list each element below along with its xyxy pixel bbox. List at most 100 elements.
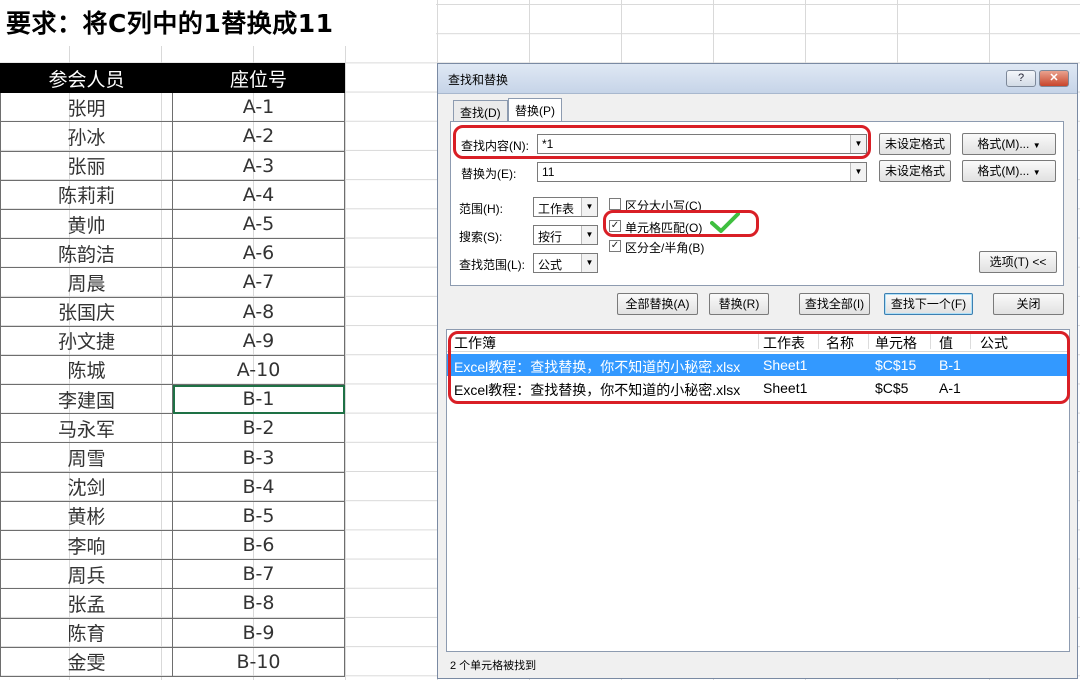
close-button[interactable]: 关闭 [993,293,1064,315]
scope-select[interactable]: 工作表 ▼ [533,197,598,217]
attendee-cell[interactable]: 陈城 [0,354,173,386]
find-all-button[interactable]: 查找全部(I) [799,293,870,315]
look-in-label: 查找范围(L): [459,258,526,272]
seat-cell[interactable]: B-8 [172,588,345,619]
table-row: 李建国 B-1 [0,384,345,415]
attendee-cell[interactable]: 张孟 [0,588,173,619]
table-row: 孙文捷 A-9 [0,325,345,356]
attendee-cell[interactable]: 周雪 [0,442,173,473]
table-row: 陈育 B-9 [0,617,345,648]
find-format-button[interactable]: 格式(M)... ▼ [962,133,1056,155]
match-width-label: 区分全/半角(B) [625,241,705,255]
seat-cell[interactable]: A-1 [172,92,345,123]
attendee-cell[interactable]: 李建国 [0,384,173,415]
search-label: 搜索(S): [459,230,503,244]
table-row: 李响 B-6 [0,529,345,561]
look-in-select[interactable]: 公式 ▼ [533,253,598,273]
table-row: 金雯 B-10 [0,646,345,677]
table-row: 黄彬 B-5 [0,500,345,532]
seat-cell[interactable]: B-7 [172,559,345,590]
table-row: 孙冰 A-2 [0,121,345,152]
find-format-label: 格式(M)... [977,137,1030,151]
match-width-checkbox[interactable] [609,240,621,252]
replace-format-button[interactable]: 格式(M)... ▼ [962,160,1056,182]
replace-format-label: 格式(M)... [977,164,1030,178]
table-row: 陈城 A-10 [0,354,345,386]
chevron-down-icon[interactable]: ▼ [581,198,597,216]
close-window-button[interactable]: ✕ [1039,70,1069,87]
attendee-cell[interactable]: 李响 [0,529,173,561]
tab-replace[interactable]: 替换(P) [508,98,562,122]
results-highlight-box [448,331,1070,404]
table-row: 周晨 A-7 [0,267,345,298]
table-row: 马永军 B-2 [0,413,345,444]
seat-cell[interactable]: B-4 [172,471,345,502]
table-body: 张明 A-1 孙冰 A-2 张丽 A-3 陈莉莉 A-4 黄帅 A-5 陈韵洁 A-6 周晨 A-7 张国庆… [0,92,345,677]
match-cell-highlight-box [603,210,759,237]
seat-cell[interactable]: A-10 [172,354,345,386]
table-row: 张丽 A-3 [0,150,345,181]
tab-find[interactable]: 查找(D) [453,100,508,122]
search-value: 按行 [538,230,563,244]
seat-cell[interactable]: A-8 [172,296,345,327]
seat-cell[interactable]: A-7 [172,267,345,298]
seat-cell[interactable]: A-9 [172,325,345,356]
header-attendee[interactable]: 参会人员 [0,62,173,94]
attendee-cell[interactable]: 黄帅 [0,208,173,240]
results-list: 工作簿 工作表 名称 单元格 值 公式 Excel教程：查找替换，你不知道的小秘… [446,329,1070,652]
seat-cell[interactable]: A-4 [172,179,345,210]
seat-cell[interactable]: B-9 [172,617,345,648]
attendee-cell[interactable]: 周晨 [0,267,173,298]
attendee-cell[interactable]: 陈韵洁 [0,238,173,269]
table-row: 沈剑 B-4 [0,471,345,502]
seat-cell[interactable]: B-2 [172,413,345,444]
chevron-down-icon: ▼ [1032,141,1041,150]
dialog-title: 查找和替换 [448,73,509,87]
attendee-cell[interactable]: 孙冰 [0,121,173,152]
replace-all-button[interactable]: 全部替换(A) [617,293,698,315]
attendee-cell[interactable]: 孙文捷 [0,325,173,356]
attendee-cell[interactable]: 张丽 [0,150,173,181]
table-row: 周兵 B-7 [0,559,345,590]
options-button[interactable]: 选项(T) << [979,251,1057,273]
attendee-cell[interactable]: 沈剑 [0,471,173,502]
chevron-down-icon[interactable]: ▼ [581,226,597,244]
table-row: 周雪 B-3 [0,442,345,473]
replace-no-format-button[interactable]: 未设定格式 [879,160,951,182]
attendee-cell[interactable]: 张明 [0,92,173,123]
table-row: 黄帅 A-5 [0,208,345,240]
dialog-titlebar[interactable]: 查找和替换 ? ✕ [438,64,1077,94]
attendee-cell[interactable]: 张国庆 [0,296,173,327]
seat-cell[interactable]: B-5 [172,500,345,532]
attendee-cell[interactable]: 陈莉莉 [0,179,173,210]
attendee-cell[interactable]: 陈育 [0,617,173,648]
replace-button[interactable]: 替换(R) [709,293,769,315]
attendee-cell[interactable]: 周兵 [0,559,173,590]
table-header-row: 参会人员 座位号 [0,62,345,94]
table-row: 张孟 B-8 [0,588,345,619]
search-select[interactable]: 按行 ▼ [533,225,598,245]
chevron-down-icon[interactable]: ▼ [850,163,866,181]
seat-cell[interactable]: A-6 [172,238,345,269]
table-row: 张明 A-1 [0,92,345,123]
help-button[interactable]: ? [1006,70,1036,87]
match-case-checkbox[interactable] [609,198,621,210]
seat-cell[interactable]: B-6 [172,529,345,561]
seat-cell[interactable]: A-2 [172,121,345,152]
attendee-cell[interactable]: 黄彬 [0,500,173,532]
chevron-down-icon[interactable]: ▼ [581,254,597,272]
seat-cell[interactable]: B-1 [172,384,345,415]
seat-cell[interactable]: A-5 [172,208,345,240]
seat-cell[interactable]: B-3 [172,442,345,473]
table-row: 陈韵洁 A-6 [0,238,345,269]
find-highlight-box [453,125,871,159]
seat-cell[interactable]: B-10 [172,646,345,677]
seat-cell[interactable]: A-3 [172,150,345,181]
find-no-format-button[interactable]: 未设定格式 [879,133,951,155]
replace-with-combo[interactable]: 11 ▼ [537,162,867,182]
header-seat[interactable]: 座位号 [172,62,345,94]
find-next-button[interactable]: 查找下一个(F) [884,293,973,315]
seat-table: 参会人员 座位号 张明 A-1 孙冰 A-2 张丽 A-3 陈莉莉 A-4 黄帅 A-5 陈韵洁 A-… [0,62,345,677]
attendee-cell[interactable]: 马永军 [0,413,173,444]
attendee-cell[interactable]: 金雯 [0,646,173,677]
